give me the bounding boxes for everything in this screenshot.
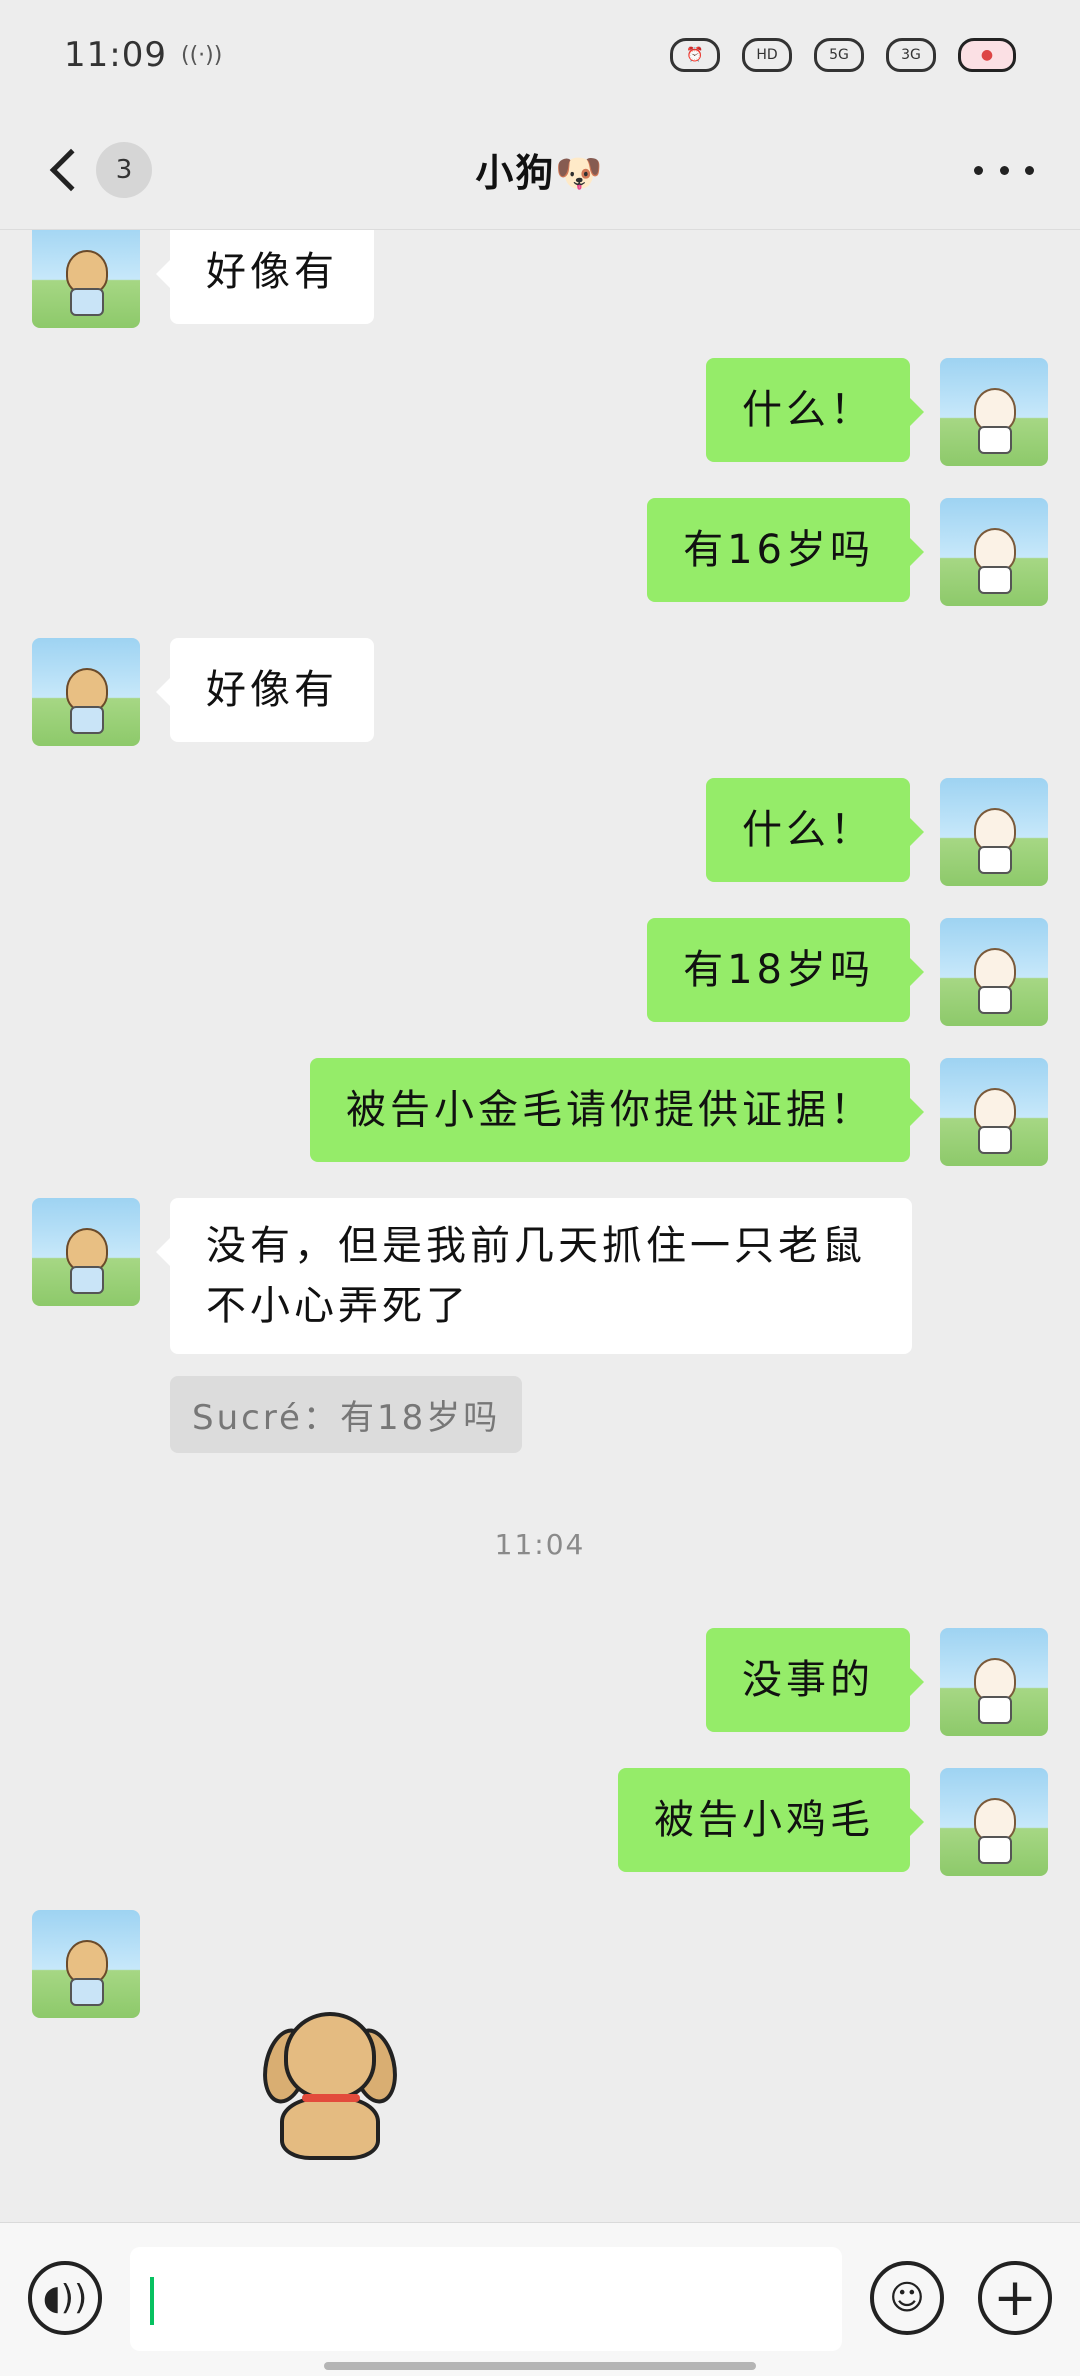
chat-header: 3 小狗🐶 bbox=[0, 110, 1080, 230]
incoming-message-bubble[interactable]: 好像有 bbox=[156, 638, 374, 742]
my-avatar[interactable] bbox=[940, 498, 1048, 606]
contact-avatar[interactable] bbox=[32, 638, 140, 746]
outgoing-message-bubble[interactable]: 有18岁吗 bbox=[647, 918, 924, 1022]
emoji-icon[interactable]: ☺ bbox=[870, 2261, 944, 2335]
my-avatar[interactable] bbox=[940, 1768, 1048, 1876]
plus-icon[interactable]: + bbox=[978, 2261, 1052, 2335]
outgoing-message-bubble[interactable]: 什么！ bbox=[706, 778, 924, 882]
home-indicator[interactable] bbox=[324, 2362, 756, 2370]
signal-icon: 3G bbox=[886, 38, 936, 72]
battery-icon: ● bbox=[958, 38, 1016, 72]
input-bar: ◖)) ☺ + bbox=[0, 2222, 1080, 2376]
incoming-message-bubble[interactable]: 没有，但是我前几天抓住一只老鼠不小心弄死了 bbox=[156, 1198, 912, 1354]
more-dot-icon bbox=[974, 165, 983, 175]
5g-icon: 5G bbox=[814, 38, 864, 72]
my-avatar[interactable] bbox=[940, 358, 1048, 466]
alarm-icon: ⏰ bbox=[670, 38, 720, 72]
my-avatar[interactable] bbox=[940, 778, 1048, 886]
status-icons: ⏰ HD 5G 3G ● bbox=[670, 38, 1016, 72]
dog-sticker[interactable] bbox=[250, 2008, 410, 2168]
outgoing-message-bubble[interactable]: 被告小金毛请你提供证据！ bbox=[310, 1058, 924, 1162]
chat-title: 小狗🐶 bbox=[475, 151, 605, 195]
text-caret bbox=[150, 2277, 154, 2325]
hd-icon: HD bbox=[742, 38, 792, 72]
my-avatar[interactable] bbox=[940, 1628, 1048, 1736]
contact-avatar[interactable] bbox=[32, 1910, 140, 2018]
voice-icon[interactable]: ◖)) bbox=[28, 2261, 102, 2335]
chevron-left-icon bbox=[49, 148, 93, 192]
message-input[interactable] bbox=[130, 2247, 842, 2351]
hotspot-indicator: ((·)) bbox=[180, 42, 223, 68]
my-avatar[interactable] bbox=[940, 1058, 1048, 1166]
more-dot-icon bbox=[999, 165, 1009, 175]
status-left: 11:09 ((·)) bbox=[64, 35, 222, 75]
more-dot-icon bbox=[1025, 165, 1034, 175]
message-timestamp: 11:04 bbox=[494, 1528, 586, 1561]
more-options-button[interactable] bbox=[974, 150, 1034, 190]
outgoing-message-bubble[interactable]: 被告小鸡毛 bbox=[618, 1768, 924, 1872]
contact-avatar[interactable] bbox=[32, 230, 140, 328]
unread-badge: 3 bbox=[96, 142, 152, 198]
contact-avatar[interactable] bbox=[32, 1198, 140, 1306]
status-bar: 11:09 ((·)) ⏰ HD 5G 3G ● bbox=[0, 0, 1080, 110]
outgoing-message-bubble[interactable]: 有16岁吗 bbox=[647, 498, 924, 602]
outgoing-message-bubble[interactable]: 没事的 bbox=[706, 1628, 924, 1732]
incoming-message-bubble[interactable]: 好像有 bbox=[156, 230, 374, 324]
my-avatar[interactable] bbox=[940, 918, 1048, 1026]
outgoing-message-bubble[interactable]: 什么！ bbox=[706, 358, 924, 462]
quoted-message[interactable]: Sucré：有18岁吗 bbox=[170, 1376, 523, 1453]
chat-area[interactable]: 好像有 什么！ 有16岁吗 好像有 什么！ 有18岁吗 被告小金毛请你提供证据！… bbox=[0, 230, 1080, 2222]
back-button[interactable]: 3 bbox=[42, 136, 152, 204]
status-time: 11:09 bbox=[64, 35, 167, 75]
